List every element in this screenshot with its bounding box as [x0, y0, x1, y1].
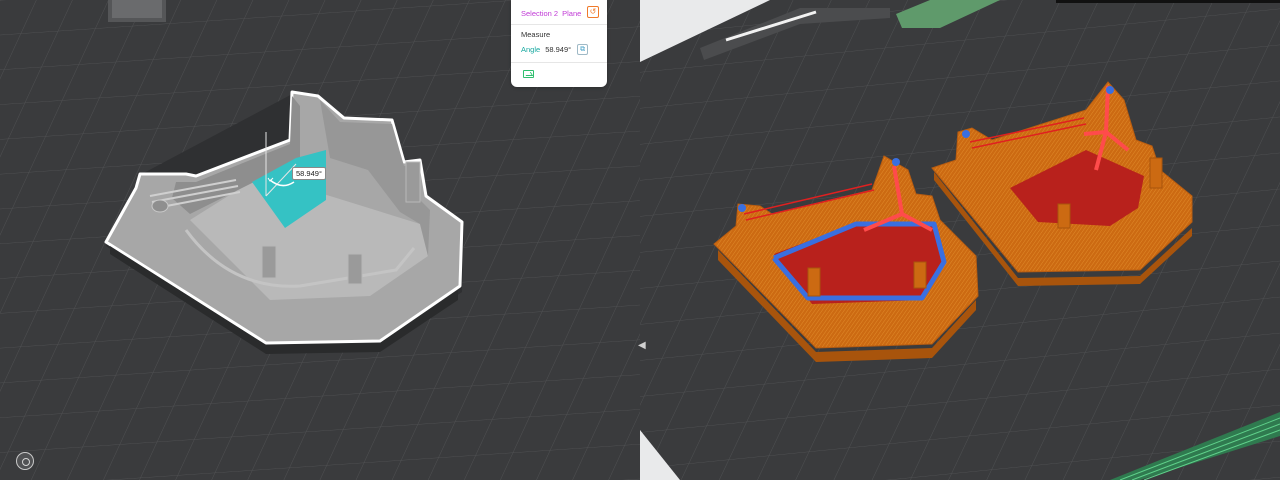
- right-scene: [640, 0, 1280, 480]
- split-handle-icon[interactable]: ◀: [638, 340, 646, 352]
- angle-row: Angle 58.949° ⧉: [521, 43, 599, 55]
- selection-2-row[interactable]: Selection 2 Plane ↺: [521, 6, 599, 20]
- angle-label: Angle: [521, 44, 541, 54]
- angle-annotation: 58.949°: [292, 167, 326, 180]
- left-3d-viewport[interactable]: 58.949° Selection 2 Plane ↺ Measure Angl…: [0, 0, 640, 480]
- right-3d-viewport[interactable]: [640, 0, 1280, 480]
- divider: [511, 24, 607, 25]
- divider: [511, 62, 607, 63]
- copy-icon[interactable]: ⧉: [577, 43, 589, 55]
- selection-2-type: Plane: [562, 8, 582, 18]
- measure-panel: Selection 2 Plane ↺ Measure Angle 58.949…: [511, 0, 607, 87]
- reset-icon[interactable]: ↺: [587, 6, 599, 18]
- angle-value: 58.949°: [545, 44, 572, 54]
- selection-2-label: Selection 2: [521, 8, 559, 18]
- measure-section-title: Measure: [521, 29, 551, 39]
- export-icon[interactable]: [523, 70, 534, 78]
- view-orientation-icon[interactable]: [16, 452, 34, 470]
